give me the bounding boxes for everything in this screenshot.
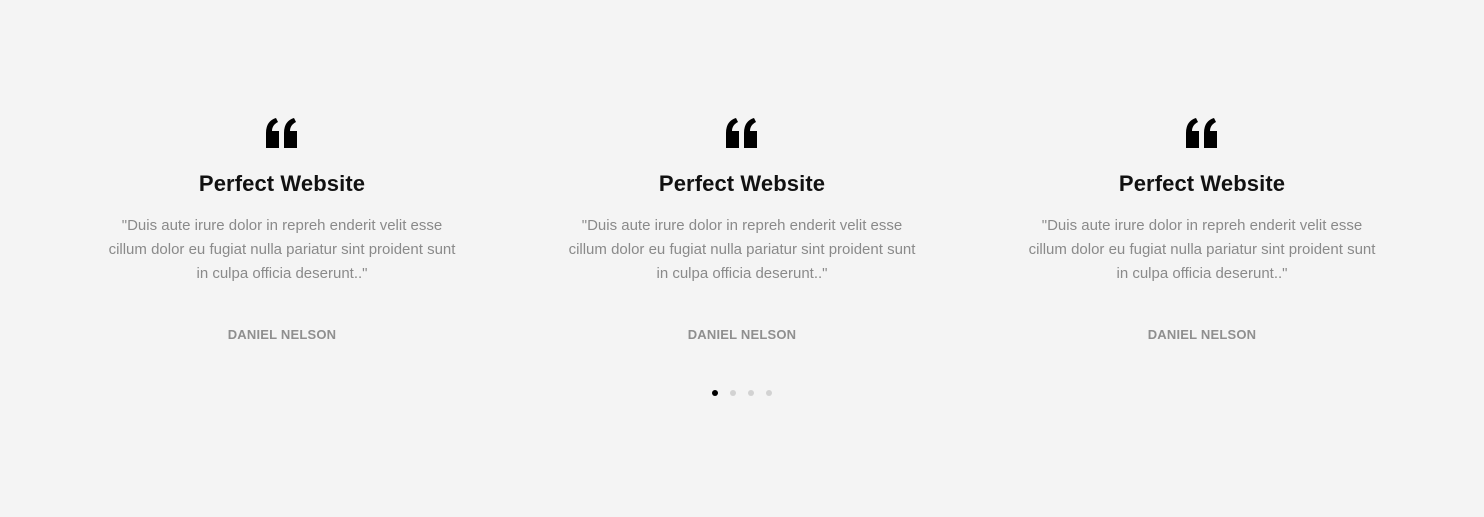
quote-icon [726, 118, 758, 148]
testimonial-author: DANIEL NELSON [687, 327, 797, 342]
testimonial-title: Perfect Website [198, 171, 366, 196]
carousel-dot-1[interactable] [712, 390, 718, 396]
testimonial-author: DANIEL NELSON [227, 327, 337, 342]
testimonials-section: Perfect Website "Duis aute irure dolor i… [0, 0, 1484, 517]
testimonial-text: "Duis aute irure dolor in repreh enderit… [568, 217, 916, 282]
testimonial-title: Perfect Website [658, 171, 826, 196]
testimonial-text: "Duis aute irure dolor in repreh enderit… [1028, 217, 1376, 282]
carousel-dot-4[interactable] [766, 390, 772, 396]
testimonial-author: DANIEL NELSON [1147, 327, 1257, 342]
carousel-dot-3[interactable] [748, 390, 754, 396]
testimonial-card: Perfect Website "Duis aute irure dolor i… [562, 112, 922, 344]
testimonial-card: Perfect Website "Duis aute irure dolor i… [102, 112, 462, 344]
quote-icon [1186, 118, 1218, 148]
carousel-dot-2[interactable] [730, 390, 736, 396]
testimonial-text: "Duis aute irure dolor in repreh enderit… [108, 217, 456, 282]
quote-icon [266, 118, 298, 148]
testimonial-title: Perfect Website [1118, 171, 1286, 196]
carousel-pagination [0, 390, 1484, 396]
testimonial-card: Perfect Website "Duis aute irure dolor i… [1022, 112, 1382, 344]
